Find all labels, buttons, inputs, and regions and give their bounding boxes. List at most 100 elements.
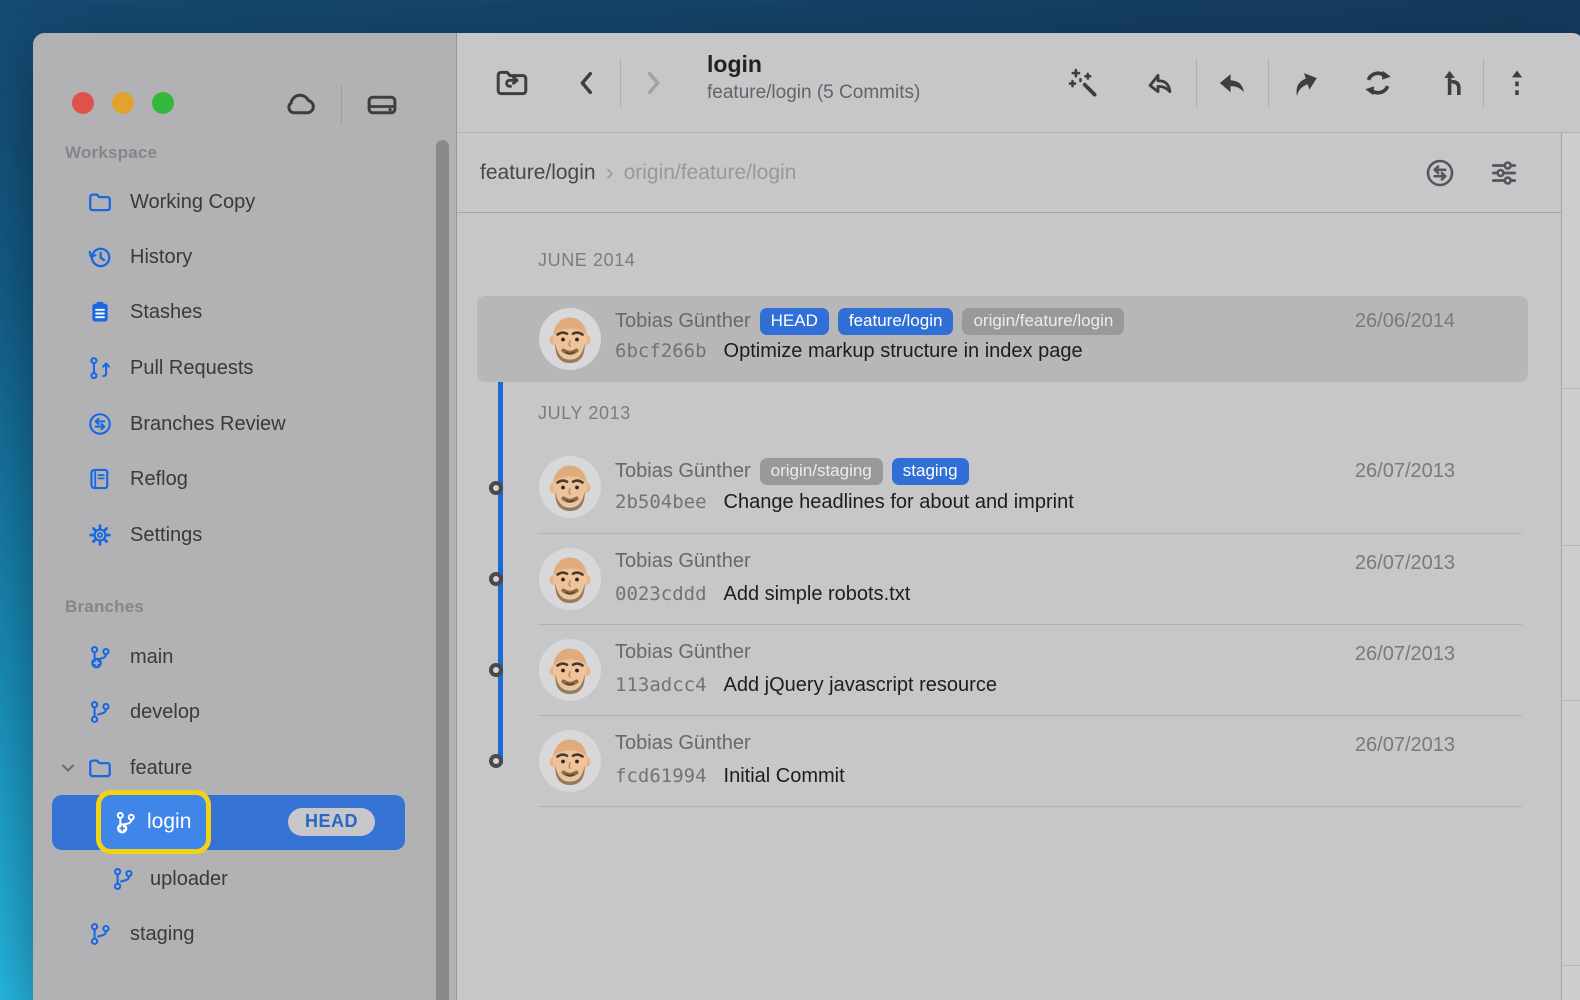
close-window-button[interactable] [72, 92, 94, 114]
minimize-window-button[interactable] [112, 92, 134, 114]
commit-row[interactable]: Tobias Günther 0023cddd Add simple robot… [477, 533, 1528, 624]
branch-label: main [130, 646, 173, 669]
fetch-button[interactable] [1358, 63, 1398, 103]
commit-author: Tobias Günther [615, 550, 751, 573]
sidebar-item-reflog[interactable]: Reflog [33, 457, 432, 501]
quick-actions-button[interactable] [1063, 63, 1103, 103]
branch-label: staging [130, 923, 195, 946]
merge-button[interactable] [1432, 63, 1472, 103]
ref-badge-local-branch: staging [892, 458, 969, 485]
pull-arrow-icon [1215, 66, 1249, 100]
sidebar-item-history[interactable]: History [33, 235, 432, 279]
sidebar-item-settings[interactable]: Settings [33, 513, 432, 557]
commit-hash: fcd61994 [615, 765, 707, 787]
sidebar: Workspace Working Copy History Stashes P… [33, 33, 457, 1000]
sidebar-top-actions [283, 83, 400, 127]
sidebar-item-label: Branches Review [130, 413, 286, 436]
sidebar-branch-staging[interactable]: staging [33, 912, 432, 956]
avatar [538, 729, 602, 793]
commit-meta-line: Tobias Günther [615, 550, 751, 573]
sidebar-item-stashes[interactable]: Stashes [33, 290, 432, 334]
ref-badge-remote-branch: origin/staging [760, 458, 883, 485]
branches-section-label: Branches [65, 593, 144, 621]
toolbar-divider [1196, 58, 1197, 108]
sidebar-item-label: Reflog [130, 468, 188, 491]
commit-row[interactable]: Tobias Günther fcd61994 Initial Commit 2… [477, 715, 1528, 806]
reflog-icon [87, 466, 113, 492]
row-separator [538, 806, 1522, 807]
sidebar-item-label: Settings [130, 524, 202, 547]
git-branch-plus-icon [113, 810, 138, 835]
history-icon [87, 244, 113, 270]
chevron-down-icon[interactable] [58, 758, 78, 778]
avatar [538, 307, 602, 371]
commit-message: Optimize markup structure in index page [724, 340, 1083, 363]
sidebar-branch-develop[interactable]: develop [33, 690, 432, 734]
branch-label: develop [130, 701, 200, 724]
compare-circle-icon [1424, 157, 1456, 189]
local-drive-icon[interactable] [364, 87, 400, 123]
share-arrow-icon [1143, 66, 1177, 100]
folder-icon [87, 755, 113, 781]
breadcrumb-remote-branch[interactable]: origin/feature/login [624, 161, 797, 185]
commit-list: JUNE 2014 Tobias Günther HEAD feature/lo… [457, 213, 1580, 1000]
breadcrumb: feature/login › origin/feature/login [457, 133, 1580, 213]
commit-meta-line: Tobias Günther origin/staging staging [615, 458, 969, 485]
commit-author: Tobias Günther [615, 460, 751, 483]
zoom-window-button[interactable] [152, 92, 174, 114]
commit-message: Add simple robots.txt [724, 583, 911, 606]
ref-badge-local-branch: feature/login [838, 308, 954, 335]
open-working-copy-button[interactable] [492, 63, 532, 103]
commit-message: Initial Commit [724, 765, 845, 788]
commit-row[interactable]: Tobias Günther HEAD feature/login origin… [477, 296, 1528, 382]
rebase-button[interactable] [1497, 63, 1537, 103]
open-in-button[interactable] [1140, 63, 1180, 103]
right-pane-line [1562, 700, 1580, 701]
toolbar: login feature/login (5 Commits) [457, 33, 1580, 133]
cloud-icon[interactable] [283, 87, 319, 123]
forward-button[interactable] [633, 63, 673, 103]
filter-options-button[interactable] [1484, 153, 1524, 193]
sidebar-branch-login-selected-row[interactable]: login HEAD [52, 795, 405, 850]
month-header: JUNE 2014 [538, 250, 635, 271]
traffic-lights [72, 92, 174, 114]
commit-hash: 6bcf266b [615, 340, 707, 362]
commit-author: Tobias Günther [615, 310, 751, 333]
git-branch-icon [110, 866, 136, 892]
login-branch-highlight-box[interactable]: login [96, 790, 211, 854]
avatar [538, 547, 602, 611]
commit-message-line: 2b504bee Change headlines for about and … [615, 491, 1074, 514]
sidebar-item-pull-requests[interactable]: Pull Requests [33, 346, 432, 390]
avatar [538, 455, 602, 519]
commit-hash: 0023cddd [615, 583, 707, 605]
git-branch-icon [87, 699, 113, 725]
commit-message-line: 6bcf266b Optimize markup structure in in… [615, 340, 1083, 363]
sidebar-scrollbar[interactable] [436, 140, 449, 1000]
compare-button[interactable] [1420, 153, 1460, 193]
ref-badge-remote-branch: origin/feature/login [962, 308, 1124, 335]
page-title: login [707, 51, 920, 78]
merge-icon [1435, 66, 1469, 100]
branch-folder-label: feature [130, 757, 192, 780]
folder-icon [87, 189, 113, 215]
commit-row[interactable]: Tobias Günther origin/staging staging 2b… [477, 440, 1528, 533]
git-branch-plus-icon [87, 644, 113, 670]
push-button[interactable] [1285, 63, 1325, 103]
breadcrumb-local-branch[interactable]: feature/login [480, 161, 596, 185]
pull-button[interactable] [1212, 63, 1252, 103]
sidebar-branch-main[interactable]: main [33, 635, 432, 679]
commit-message-line: 113adcc4 Add jQuery javascript resource [615, 674, 997, 697]
sidebar-branch-folder-feature[interactable]: feature [33, 746, 432, 790]
back-button[interactable] [567, 63, 607, 103]
sidebar-item-branches-review[interactable]: Branches Review [33, 402, 432, 446]
toolbar-divider [1268, 58, 1269, 108]
chevron-right-icon [637, 67, 669, 99]
sidebar-branch-uploader[interactable]: uploader [33, 857, 432, 901]
folder-return-icon [492, 65, 532, 101]
workspace-section-label: Workspace [65, 139, 157, 167]
commit-row[interactable]: Tobias Günther 113adcc4 Add jQuery javas… [477, 624, 1528, 715]
commit-date: 26/06/2014 [1355, 310, 1455, 333]
dashed-up-arrow-icon [1500, 66, 1534, 100]
sidebar-item-working-copy[interactable]: Working Copy [33, 180, 432, 224]
branches-review-icon [87, 411, 113, 437]
